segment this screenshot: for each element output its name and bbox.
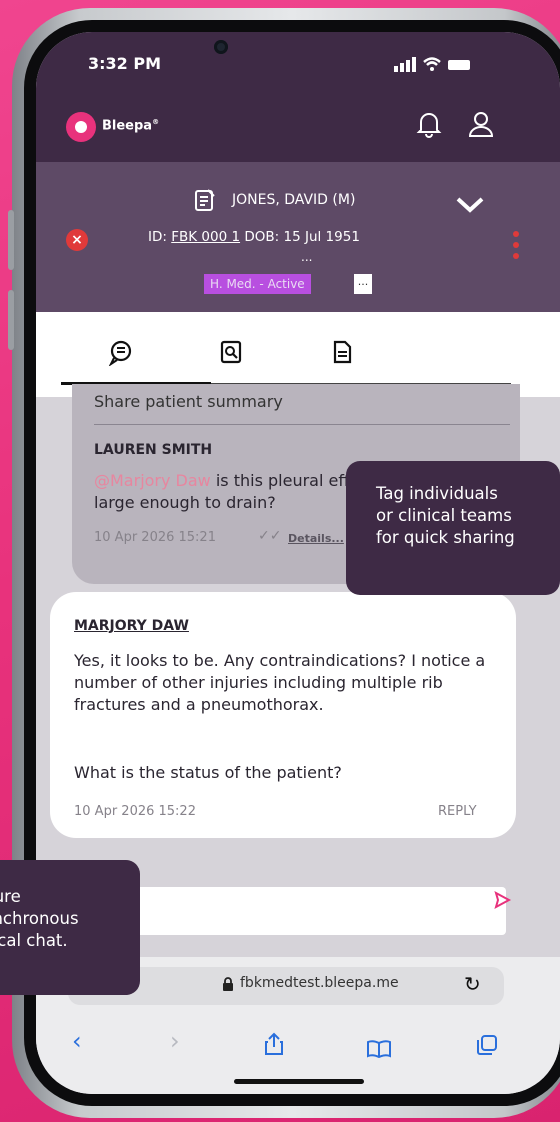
read-receipt-icon: ✓✓ xyxy=(258,528,282,544)
message-text-line2: large enough to drain? xyxy=(94,493,276,512)
message-timestamp: 10 Apr 2026 15:21 xyxy=(94,530,216,545)
forward-icon[interactable]: › xyxy=(170,1027,180,1055)
divider xyxy=(94,424,510,425)
patient-record-icon xyxy=(194,188,216,216)
close-patient-button[interactable]: × xyxy=(66,229,88,251)
search-document-icon[interactable] xyxy=(220,340,242,370)
patient-id-line: ID: FBK 000 1 DOB: 15 Jul 1951 xyxy=(148,229,360,245)
bell-icon[interactable] xyxy=(416,110,442,144)
secure-chat-callout: Secure asynchronous clinical chat. xyxy=(0,860,140,995)
message-input[interactable] xyxy=(126,887,506,935)
chat-bubble-icon[interactable] xyxy=(108,340,132,372)
volume-up-button xyxy=(8,210,14,270)
brand-name: Bleepa® xyxy=(102,118,160,134)
mention-tag[interactable]: @Marjory Daw xyxy=(94,471,211,490)
share-icon[interactable] xyxy=(264,1032,284,1062)
message-sender: MARJORY DAW xyxy=(74,618,189,634)
chevron-down-icon[interactable] xyxy=(454,192,486,222)
kebab-menu-icon[interactable] xyxy=(512,230,520,260)
tag-sharing-callout: Tag individuals or clinical teams for qu… xyxy=(346,461,560,595)
share-summary-header: Share patient summary xyxy=(94,392,283,411)
document-icon[interactable] xyxy=(332,340,352,370)
back-icon[interactable]: ‹ xyxy=(72,1027,82,1055)
details-link[interactable]: Details... xyxy=(288,532,344,545)
lock-icon xyxy=(222,977,234,995)
status-badge: H. Med. - Active xyxy=(204,274,311,294)
patient-more-ellipsis: ... xyxy=(301,250,313,264)
message-timestamp: 10 Apr 2026 15:22 xyxy=(74,804,196,819)
reload-icon[interactable]: ↻ xyxy=(464,972,481,996)
volume-down-button xyxy=(8,290,14,350)
more-tags-button[interactable]: ... xyxy=(354,274,372,294)
patient-id-link[interactable]: FBK 000 1 xyxy=(171,229,240,245)
message-sender: LAUREN SMITH xyxy=(94,442,213,458)
bookmarks-icon[interactable] xyxy=(366,1036,392,1064)
url-text: fbkmedtest.bleepa.me xyxy=(240,975,399,991)
front-camera xyxy=(214,40,228,54)
signal-wifi-battery-icons xyxy=(394,56,472,76)
status-time: 3:32 PM xyxy=(88,54,162,73)
message-text: What is the status of the patient? xyxy=(74,763,342,782)
user-icon[interactable] xyxy=(468,110,494,144)
bleepa-logo-icon xyxy=(66,112,96,142)
home-indicator xyxy=(234,1079,364,1084)
tabs-icon[interactable] xyxy=(476,1034,498,1062)
send-icon[interactable] xyxy=(492,890,512,915)
reply-button[interactable]: REPLY xyxy=(438,804,477,819)
patient-name: JONES, DAVID (M) xyxy=(232,192,356,208)
message-text: Yes, it looks to be. Any contraindicatio… xyxy=(74,651,486,714)
